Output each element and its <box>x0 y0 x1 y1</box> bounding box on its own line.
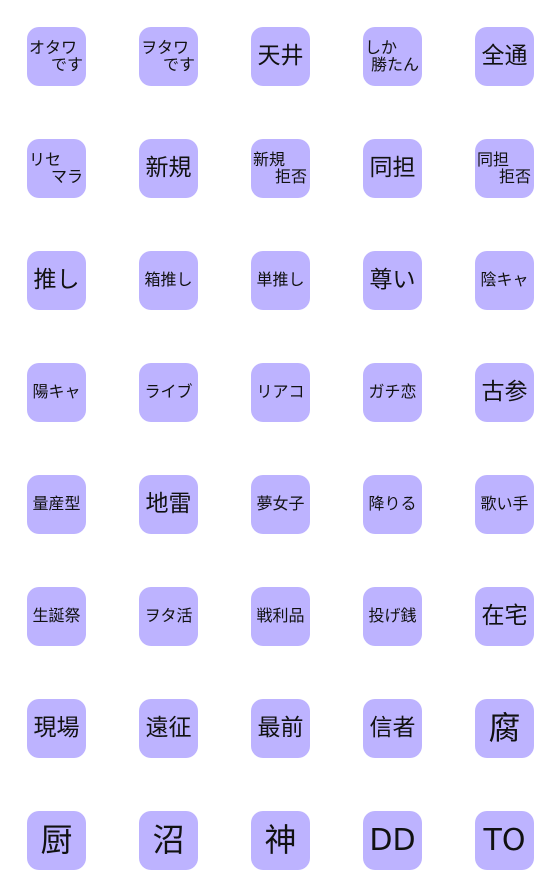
sticker-label: 戦利品 <box>256 606 305 626</box>
sticker-tile[interactable]: 古参 <box>475 363 534 422</box>
sticker-label: 拒否 <box>498 166 531 186</box>
sticker-tile[interactable]: 歌い手 <box>475 475 534 534</box>
sticker-label: 夢女子 <box>256 494 305 514</box>
sticker-tile[interactable]: 天井 <box>251 27 310 86</box>
sticker-label: 地雷 <box>145 491 192 518</box>
sticker-label: 在宅 <box>481 603 528 630</box>
sticker-label: 遠征 <box>145 715 192 742</box>
sticker-tile[interactable]: 量産型 <box>27 475 86 534</box>
sticker-label: 単推し <box>256 270 305 290</box>
sticker-tile[interactable]: 単推し <box>251 251 310 310</box>
sticker-tile[interactable]: 信者 <box>363 699 422 758</box>
sticker-label: 生誕祭 <box>32 606 81 626</box>
sticker-tile[interactable]: 在宅 <box>475 587 534 646</box>
sticker-label: TO <box>483 822 526 858</box>
sticker-grid: オタワ です ヲタワ です 天井 しか 勝たん 全通 リセ マラ 新規 新規 拒否 同担 同担 拒否 推し 箱推し… <box>0 0 560 896</box>
sticker-tile[interactable]: しか 勝たん <box>363 27 422 86</box>
sticker-label: 勝たん <box>370 54 419 74</box>
sticker-tile[interactable]: TO <box>475 811 534 870</box>
sticker-label: 箱推し <box>144 270 193 290</box>
sticker-label: 沼 <box>152 820 185 859</box>
sticker-label: 新規 <box>145 155 192 182</box>
sticker-tile[interactable]: 地雷 <box>139 475 198 534</box>
sticker-label: 最前 <box>257 715 304 742</box>
sticker-label: 降りる <box>368 494 417 514</box>
sticker-tile[interactable]: 同担 拒否 <box>475 139 534 198</box>
sticker-label: ヲタ活 <box>144 606 193 626</box>
sticker-label: 新規 <box>253 149 286 169</box>
sticker-tile[interactable]: 陰キャ <box>475 251 534 310</box>
sticker-label: です <box>50 54 83 74</box>
sticker-label: リアコ <box>256 382 305 402</box>
sticker-label: 同担 <box>477 149 510 169</box>
sticker-tile[interactable]: 遠征 <box>139 699 198 758</box>
sticker-label: 全通 <box>481 43 528 70</box>
sticker-label: ライブ <box>144 382 193 402</box>
sticker-tile[interactable]: 最前 <box>251 699 310 758</box>
sticker-tile[interactable]: 沼 <box>139 811 198 870</box>
sticker-tile[interactable]: 降りる <box>363 475 422 534</box>
sticker-tile[interactable]: 全通 <box>475 27 534 86</box>
sticker-tile[interactable]: 神 <box>251 811 310 870</box>
sticker-tile[interactable]: 厨 <box>27 811 86 870</box>
sticker-tile[interactable]: リアコ <box>251 363 310 422</box>
sticker-tile[interactable]: 同担 <box>363 139 422 198</box>
sticker-label: 厨 <box>40 820 73 859</box>
sticker-label: 陰キャ <box>480 270 529 290</box>
sticker-label: 天井 <box>257 43 304 70</box>
sticker-label: です <box>162 54 195 74</box>
sticker-label: しか <box>365 37 398 57</box>
sticker-label: 推し <box>33 267 80 294</box>
sticker-tile[interactable]: 陽キャ <box>27 363 86 422</box>
sticker-label: 神 <box>264 820 297 859</box>
sticker-tile[interactable]: 投げ銭 <box>363 587 422 646</box>
sticker-tile[interactable]: 腐 <box>475 699 534 758</box>
sticker-label: 投げ銭 <box>368 606 417 626</box>
sticker-tile[interactable]: リセ マラ <box>27 139 86 198</box>
sticker-label: オタワ <box>29 37 78 57</box>
sticker-label: 古参 <box>481 379 528 406</box>
sticker-tile[interactable]: 戦利品 <box>251 587 310 646</box>
sticker-tile[interactable]: 夢女子 <box>251 475 310 534</box>
sticker-label: 腐 <box>488 708 521 747</box>
sticker-tile[interactable]: ライブ <box>139 363 198 422</box>
sticker-label: 尊い <box>369 267 416 294</box>
sticker-label: 拒否 <box>274 166 307 186</box>
sticker-tile[interactable]: 尊い <box>363 251 422 310</box>
sticker-label: 同担 <box>369 155 416 182</box>
sticker-label: マラ <box>50 166 83 186</box>
sticker-label: ヲタワ <box>141 37 190 57</box>
sticker-label: ガチ恋 <box>368 382 417 402</box>
sticker-label: DD <box>369 822 416 858</box>
sticker-tile[interactable]: オタワ です <box>27 27 86 86</box>
sticker-tile[interactable]: ヲタワ です <box>139 27 198 86</box>
sticker-tile[interactable]: 箱推し <box>139 251 198 310</box>
sticker-label: 信者 <box>369 715 416 742</box>
sticker-tile[interactable]: 生誕祭 <box>27 587 86 646</box>
sticker-label: 現場 <box>33 715 80 742</box>
sticker-tile[interactable]: ガチ恋 <box>363 363 422 422</box>
sticker-label: 量産型 <box>32 494 81 514</box>
sticker-tile[interactable]: 現場 <box>27 699 86 758</box>
sticker-tile[interactable]: ヲタ活 <box>139 587 198 646</box>
sticker-label: リセ <box>29 149 62 169</box>
sticker-tile[interactable]: 新規 <box>139 139 198 198</box>
sticker-label: 陽キャ <box>32 382 81 402</box>
sticker-tile[interactable]: 新規 拒否 <box>251 139 310 198</box>
sticker-tile[interactable]: 推し <box>27 251 86 310</box>
sticker-label: 歌い手 <box>480 494 529 514</box>
sticker-tile[interactable]: DD <box>363 811 422 870</box>
